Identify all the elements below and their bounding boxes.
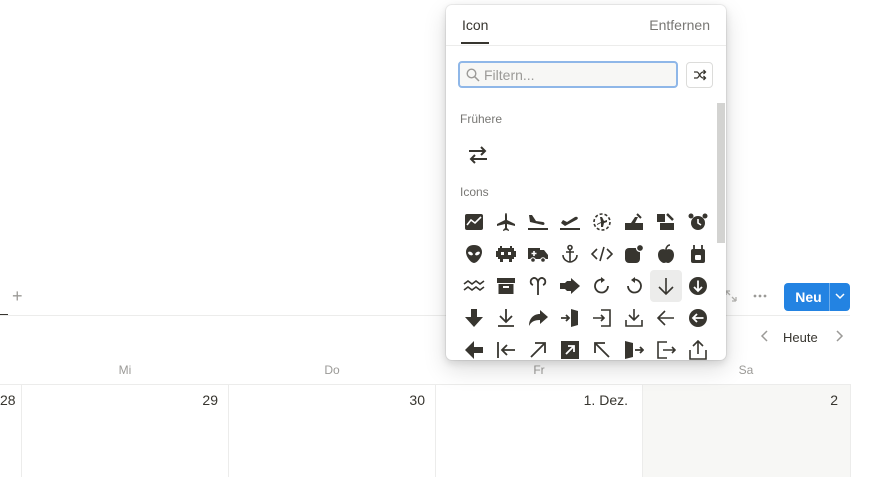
aries-icon[interactable] <box>522 270 554 302</box>
arrow-down-circle-icon[interactable] <box>682 270 714 302</box>
alarm-clock-icon[interactable] <box>682 206 714 238</box>
airplane-circle-icon[interactable] <box>586 206 618 238</box>
airplane-icon[interactable] <box>490 206 522 238</box>
code-icon[interactable] <box>586 238 618 270</box>
apple-icon[interactable] <box>650 238 682 270</box>
arrow-down-to-line-icon[interactable] <box>490 302 522 334</box>
date-cell[interactable]: 29 <box>186 392 218 408</box>
date-cell[interactable]: 1. Dez. <box>570 392 628 408</box>
date-cell[interactable]: 2 <box>806 392 838 408</box>
arrow-into-door-icon[interactable] <box>554 302 586 334</box>
grid-line <box>228 384 229 477</box>
new-button-label: Neu <box>795 289 822 305</box>
popover-tabs: Icon Entfernen <box>446 5 726 46</box>
chevron-down-icon[interactable] <box>830 292 850 303</box>
alien-icon[interactable] <box>458 238 490 270</box>
remove-button[interactable]: Entfernen <box>649 17 710 33</box>
airport-alt-icon[interactable] <box>650 206 682 238</box>
scrollbar-thumb[interactable] <box>717 103 725 243</box>
expand-icon[interactable] <box>724 289 738 306</box>
space-invader-icon[interactable] <box>490 238 522 270</box>
today-button[interactable]: Heute <box>783 330 818 345</box>
recent-section-label: Frühere <box>460 112 503 126</box>
arrow-down-bold-icon[interactable] <box>458 302 490 334</box>
active-tab-underline <box>461 42 489 44</box>
chevron-right-icon[interactable] <box>834 329 844 348</box>
chart-area-icon[interactable] <box>458 206 490 238</box>
arrow-up-right-icon[interactable] <box>522 334 554 360</box>
airplane-takeoff-icon[interactable] <box>554 206 586 238</box>
arrow-down-icon[interactable] <box>650 270 682 302</box>
day-header-thu: Do <box>324 363 340 377</box>
grid-line <box>0 384 850 385</box>
more-icon[interactable] <box>752 288 768 305</box>
chevron-left-icon[interactable] <box>760 329 770 348</box>
arrow-left-icon[interactable] <box>650 302 682 334</box>
arrow-into-box-icon[interactable] <box>586 302 618 334</box>
icon-grid <box>458 206 714 360</box>
tab-icon[interactable]: Icon <box>462 17 488 33</box>
shuffle-button[interactable] <box>686 62 713 88</box>
arrow-rotate-counterclockwise-icon[interactable] <box>618 270 650 302</box>
arrow-left-bold-icon[interactable] <box>458 334 490 360</box>
grid-line <box>850 384 851 477</box>
arrow-up-left-icon[interactable] <box>586 334 618 360</box>
date-cell[interactable]: 28 <box>0 392 16 408</box>
icons-section-label: Icons <box>460 185 489 199</box>
airplane-landing-icon[interactable] <box>522 206 554 238</box>
appliance-icon[interactable] <box>682 238 714 270</box>
grid-line <box>642 384 643 477</box>
arrow-bold-right-icon[interactable] <box>554 270 586 302</box>
filter-input[interactable] <box>484 66 664 83</box>
arrow-out-box-icon[interactable] <box>650 334 682 360</box>
arrows-swap-icon[interactable] <box>462 139 494 171</box>
icon-picker-popover: Icon Entfernen Frühere Icons <box>446 5 726 360</box>
arrow-left-circle-icon[interactable] <box>682 302 714 334</box>
apple-notification-icon[interactable] <box>618 238 650 270</box>
search-icon <box>466 67 480 82</box>
ambulance-icon[interactable] <box>522 238 554 270</box>
new-button[interactable]: Neu <box>784 283 850 311</box>
arrow-rotate-clockwise-icon[interactable] <box>586 270 618 302</box>
anchor-icon[interactable] <box>554 238 586 270</box>
day-header-wed: Mi <box>118 363 132 377</box>
add-view-button[interactable]: + <box>12 286 23 306</box>
date-cell[interactable]: 30 <box>393 392 425 408</box>
airport-icon[interactable] <box>618 206 650 238</box>
day-header-sat: Sa <box>738 363 754 377</box>
arrow-up-right-box-icon[interactable] <box>554 334 586 360</box>
arrow-download-icon[interactable] <box>618 302 650 334</box>
arrow-left-to-line-icon[interactable] <box>490 334 522 360</box>
archive-box-icon[interactable] <box>490 270 522 302</box>
day-header-fri: Fr <box>533 363 545 377</box>
aquarius-icon[interactable] <box>458 270 490 302</box>
arrow-share-icon[interactable] <box>682 334 714 360</box>
arrow-forward-icon[interactable] <box>522 302 554 334</box>
filter-input-wrapper[interactable] <box>458 61 678 88</box>
shuffle-icon <box>693 69 706 81</box>
grid-line <box>21 384 22 477</box>
arrow-out-door-icon[interactable] <box>618 334 650 360</box>
grid-line <box>435 384 436 477</box>
